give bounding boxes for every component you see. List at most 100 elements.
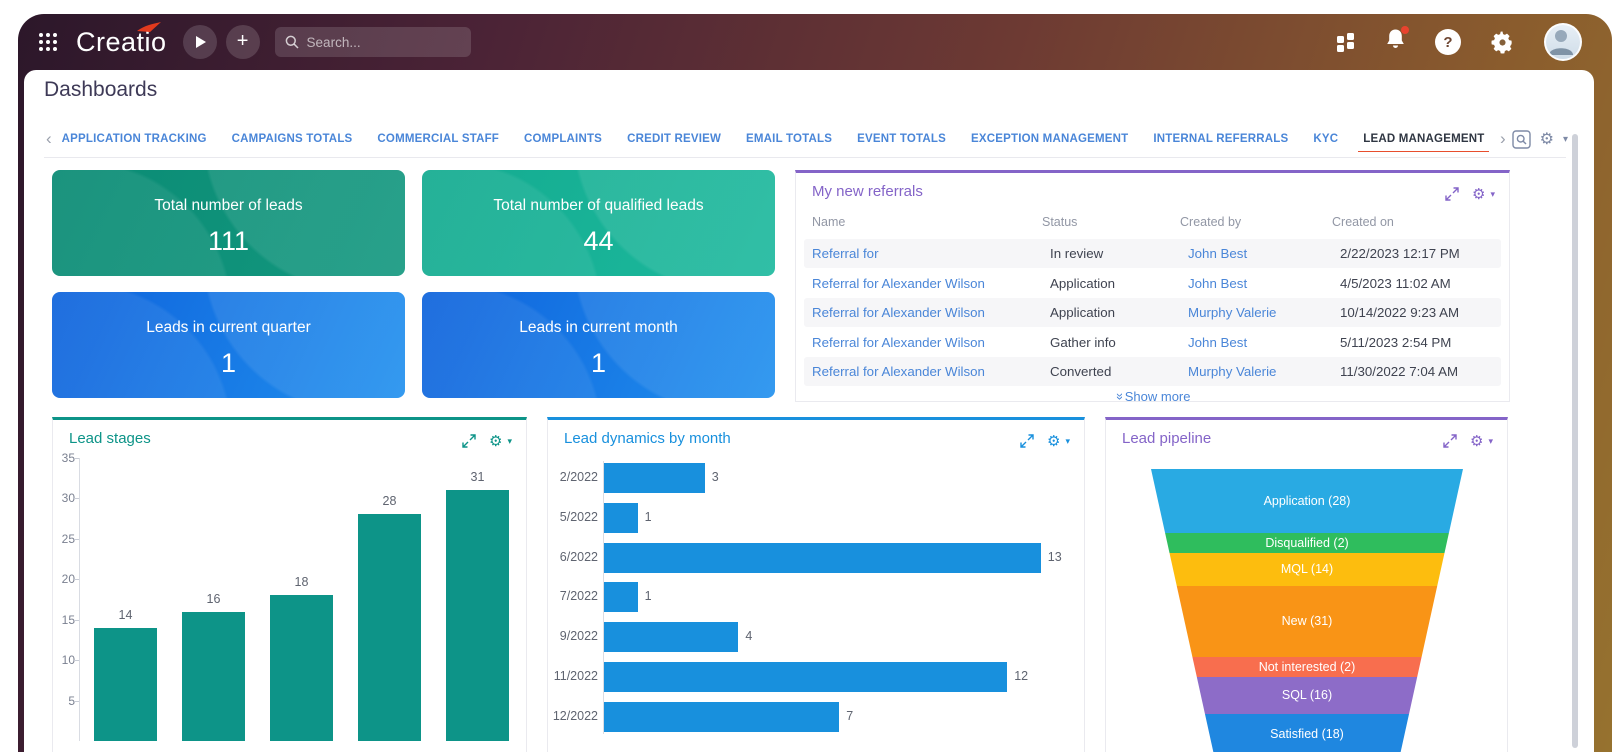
tile-value: 1 [52,348,405,379]
expand-icon[interactable] [1445,187,1459,201]
funnel-stage-satisfied-18-[interactable]: Satisfied (18) [1151,714,1463,752]
avatar-person-icon [1546,25,1576,55]
bar-value-label: 7 [846,709,853,723]
search-input[interactable]: Search... [275,27,471,57]
bar-11/2022[interactable] [604,662,1007,692]
preview-icon[interactable] [1512,130,1531,149]
caret-down-icon[interactable]: ▾ [1488,436,1493,447]
caret-down-icon[interactable]: ▾ [1065,436,1070,447]
tab-campaigns-totals[interactable]: CAMPAIGNS TOTALS [232,126,353,152]
tab-event-totals[interactable]: EVENT TOTALS [857,126,946,152]
vertical-scrollbar[interactable] [1572,134,1578,748]
settings-gear-icon[interactable] [1491,31,1514,54]
bar-12/2022[interactable] [604,702,839,732]
expand-icon[interactable] [1020,434,1034,448]
tile-label: Leads in current month [422,319,775,337]
funnel-stage-sql-16-[interactable]: SQL (16) [1151,677,1463,714]
bar-28[interactable] [358,514,421,741]
expand-icon[interactable] [1443,434,1457,448]
bar-31[interactable] [446,490,509,741]
tab-application-tracking[interactable]: APPLICATION TRACKING [62,126,207,152]
cell-created-by[interactable]: John Best [1188,335,1340,350]
table-row[interactable]: Referral for Alexander WilsonApplication… [804,298,1501,327]
user-avatar[interactable] [1544,23,1582,61]
tab-lead-management[interactable]: LEAD MANAGEMENT [1363,126,1484,152]
gear-icon[interactable]: ⚙ [1470,432,1483,450]
cell-name[interactable]: Referral for Alexander Wilson [812,276,1050,291]
tile-value: 111 [52,226,405,257]
table-row[interactable]: Referral for Alexander WilsonApplication… [804,269,1501,298]
notifications-button[interactable] [1386,29,1405,55]
cell-name[interactable]: Referral for Alexander Wilson [812,335,1050,350]
caret-down-icon[interactable]: ▾ [1490,189,1495,200]
tab-credit-review[interactable]: CREDIT REVIEW [627,126,721,152]
bar-6/2022[interactable] [604,543,1041,573]
y-tick-label: 20 [53,572,75,586]
bar-value-label: 16 [182,592,245,606]
show-more-link[interactable]: «Show more [796,389,1509,402]
funnel-stage-disqualified-2-[interactable]: Disqualified (2) [1151,533,1463,553]
bar-18[interactable] [270,595,333,741]
tab-commercial-staff[interactable]: COMMERCIAL STAFF [377,126,499,152]
cell-created-by[interactable]: John Best [1188,246,1340,261]
bar-7/2022[interactable] [604,582,638,612]
cell-created-on: 10/14/2022 9:23 AM [1340,305,1501,320]
bar-14[interactable] [94,628,157,741]
gear-icon[interactable]: ⚙ [1472,185,1485,203]
cell-created-by[interactable]: Murphy Valerie [1188,364,1340,379]
bar-9/2022[interactable] [604,622,738,652]
metric-tile-1: Total number of leads 111 [52,170,405,276]
funnel-stage-not-interested-2-[interactable]: Not interested (2) [1151,657,1463,677]
help-button[interactable]: ? [1435,29,1461,55]
cell-created-on: 2/22/2023 12:17 PM [1340,246,1501,261]
cell-created-by[interactable]: John Best [1188,276,1340,291]
dashboard-settings-caret-icon[interactable]: ▾ [1563,134,1568,145]
double-chevron-down-icon: « [1111,393,1126,400]
cell-status: Converted [1050,364,1188,379]
tabs-scroll-left-icon[interactable]: ‹ [40,129,58,149]
lead-pipeline-actions: ⚙ ▾ [1443,432,1493,450]
funnel-stage-mql-14-[interactable]: MQL (14) [1151,553,1463,585]
table-row[interactable]: Referral forIn reviewJohn Best2/22/2023 … [804,239,1501,268]
gear-icon[interactable]: ⚙ [1047,432,1060,450]
bar-16[interactable] [182,612,245,741]
cell-name[interactable]: Referral for Alexander Wilson [812,364,1050,379]
column-header-status: Status [1042,215,1180,229]
play-icon [196,36,206,48]
app-window: Creatio + Search... [18,14,1612,752]
expand-icon[interactable] [462,434,476,448]
bar-5/2022[interactable] [604,503,638,533]
tab-exception-management[interactable]: EXCEPTION MANAGEMENT [971,126,1128,152]
category-label: 7/2022 [550,589,598,603]
funnel-stage-new-31-[interactable]: New (31) [1151,586,1463,657]
cell-name[interactable]: Referral for [812,246,1050,261]
tab-kyc[interactable]: KYC [1313,126,1338,152]
tab-email-totals[interactable]: EMAIL TOTALS [746,126,832,152]
tab-complaints[interactable]: COMPLAINTS [524,126,602,152]
bar-2/2022[interactable] [604,463,705,493]
dashboard-tabbar: ‹ APPLICATION TRACKING CAMPAIGNS TOTALS CO… [40,124,1568,154]
run-process-button[interactable] [183,25,217,59]
column-header-created-by: Created by [1180,215,1332,229]
apps-icon[interactable] [1337,33,1356,52]
table-row[interactable]: Referral for Alexander WilsonConvertedMu… [804,357,1501,386]
add-button[interactable]: + [226,25,260,59]
table-row[interactable]: Referral for Alexander WilsonGather info… [804,328,1501,357]
dashboard-settings-gear-icon[interactable]: ⚙ [1540,129,1554,149]
notification-dot [1401,26,1409,34]
cell-name[interactable]: Referral for Alexander Wilson [812,305,1050,320]
tabbar-actions: ⚙ ▾ [1512,129,1568,149]
funnel-stage-application-28-[interactable]: Application (28) [1151,469,1463,533]
tabs-scroll-right-icon[interactable]: › [1494,129,1512,149]
cell-created-by[interactable]: Murphy Valerie [1188,305,1340,320]
content-panel: Dashboards ‹ APPLICATION TRACKINGCAMPAIG… [24,70,1594,752]
main-menu-grid-icon[interactable] [34,28,62,56]
y-tick-mark [74,579,79,580]
my-new-referrals-panel: My new referrals ⚙ ▾ NameStatusCreated b… [795,170,1510,402]
creatio-logo: Creatio [76,27,167,58]
caret-down-icon[interactable]: ▾ [507,436,512,447]
bar-value-label: 18 [270,575,333,589]
tab-internal-referrals[interactable]: INTERNAL REFERRALS [1153,126,1288,152]
gear-icon[interactable]: ⚙ [489,432,502,450]
tile-label: Total number of leads [52,197,405,215]
